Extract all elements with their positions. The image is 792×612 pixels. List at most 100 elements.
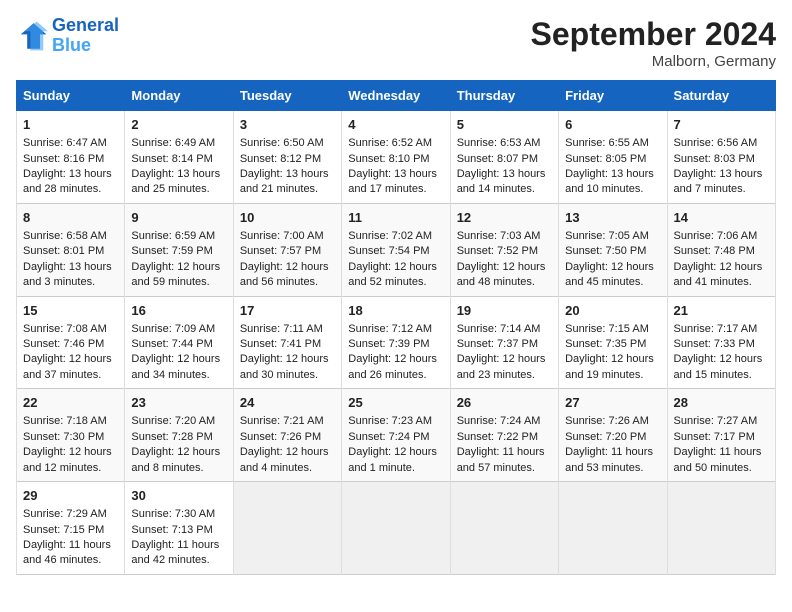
day-number: 2	[131, 116, 226, 134]
logo: General Blue	[16, 16, 119, 56]
day-info: Sunrise: 7:30 AM Sunset: 7:13 PM Dayligh…	[131, 507, 226, 569]
col-header-monday: Monday	[125, 81, 233, 111]
day-number: 6	[565, 116, 660, 134]
calendar-cell: 8 Sunrise: 6:58 AM Sunset: 8:01 PM Daylig…	[17, 203, 125, 296]
calendar-cell: 20 Sunrise: 7:15 AM Sunset: 7:35 PM Dayli…	[559, 296, 667, 389]
day-number: 18	[348, 302, 443, 320]
title-block: September 2024 Malborn, Germany	[531, 16, 776, 70]
calendar-cell	[450, 482, 558, 575]
calendar-cell: 15 Sunrise: 7:08 AM Sunset: 7:46 PM Dayli…	[17, 296, 125, 389]
calendar-cell: 7Sunrise: 6:56 AM Sunset: 8:03 PM Daylig…	[667, 111, 775, 204]
day-info: Sunrise: 7:23 AM Sunset: 7:24 PM Dayligh…	[348, 414, 443, 476]
calendar-cell: 19 Sunrise: 7:14 AM Sunset: 7:37 PM Dayli…	[450, 296, 558, 389]
day-number: 27	[565, 394, 660, 412]
day-info: Sunrise: 7:09 AM Sunset: 7:44 PM Dayligh…	[131, 322, 226, 384]
col-header-tuesday: Tuesday	[233, 81, 341, 111]
calendar-cell: 27 Sunrise: 7:26 AM Sunset: 7:20 PM Dayli…	[559, 389, 667, 482]
day-info: Sunrise: 7:26 AM Sunset: 7:20 PM Dayligh…	[565, 414, 660, 476]
day-info: Sunrise: 6:53 AM Sunset: 8:07 PM Dayligh…	[457, 136, 552, 198]
calendar-cell	[233, 482, 341, 575]
calendar-cell: 21 Sunrise: 7:17 AM Sunset: 7:33 PM Dayli…	[667, 296, 775, 389]
calendar-cell: 22Sunrise: 7:18 AM Sunset: 7:30 PM Dayli…	[17, 389, 125, 482]
day-number: 14	[674, 209, 769, 227]
calendar-cell: 5 Sunrise: 6:53 AM Sunset: 8:07 PM Daylig…	[450, 111, 558, 204]
day-info: Sunrise: 7:08 AM Sunset: 7:46 PM Dayligh…	[23, 322, 118, 384]
day-number: 26	[457, 394, 552, 412]
day-number: 28	[674, 394, 769, 412]
calendar-cell: 23Sunrise: 7:20 AM Sunset: 7:28 PM Dayli…	[125, 389, 233, 482]
day-info: Sunrise: 7:29 AM Sunset: 7:15 PM Dayligh…	[23, 507, 118, 569]
calendar-cell	[667, 482, 775, 575]
calendar-cell: 10 Sunrise: 7:00 AM Sunset: 7:57 PM Dayli…	[233, 203, 341, 296]
day-number: 5	[457, 116, 552, 134]
day-number: 15	[23, 302, 118, 320]
day-number: 19	[457, 302, 552, 320]
day-number: 21	[674, 302, 769, 320]
calendar-cell: 26 Sunrise: 7:24 AM Sunset: 7:22 PM Dayli…	[450, 389, 558, 482]
day-info: Sunrise: 6:55 AM Sunset: 8:05 PM Dayligh…	[565, 136, 660, 198]
day-number: 10	[240, 209, 335, 227]
day-number: 24	[240, 394, 335, 412]
page-header: General Blue September 2024 Malborn, Ger…	[16, 16, 776, 70]
calendar-week-4: 22Sunrise: 7:18 AM Sunset: 7:30 PM Dayli…	[17, 389, 776, 482]
calendar-cell: 28 Sunrise: 7:27 AM Sunset: 7:17 PM Dayli…	[667, 389, 775, 482]
calendar-cell	[342, 482, 450, 575]
day-info: Sunrise: 7:17 AM Sunset: 7:33 PM Dayligh…	[674, 322, 769, 384]
col-header-sunday: Sunday	[17, 81, 125, 111]
day-number: 17	[240, 302, 335, 320]
calendar-cell: 2 Sunrise: 6:49 AM Sunset: 8:14 PM Daylig…	[125, 111, 233, 204]
day-number: 3	[240, 116, 335, 134]
calendar-week-5: 29 Sunrise: 7:29 AM Sunset: 7:15 PM Dayli…	[17, 482, 776, 575]
calendar-week-3: 15 Sunrise: 7:08 AM Sunset: 7:46 PM Dayli…	[17, 296, 776, 389]
day-number: 22	[23, 394, 118, 412]
day-info: Sunrise: 6:47 AM Sunset: 8:16 PM Dayligh…	[23, 136, 118, 198]
day-info: Sunrise: 7:05 AM Sunset: 7:50 PM Dayligh…	[565, 229, 660, 291]
day-number: 20	[565, 302, 660, 320]
calendar-cell: 3 Sunrise: 6:50 AM Sunset: 8:12 PM Daylig…	[233, 111, 341, 204]
calendar-week-1: 1Sunrise: 6:47 AM Sunset: 8:16 PM Daylig…	[17, 111, 776, 204]
day-info: Sunrise: 7:27 AM Sunset: 7:17 PM Dayligh…	[674, 414, 769, 476]
calendar-cell: 1Sunrise: 6:47 AM Sunset: 8:16 PM Daylig…	[17, 111, 125, 204]
calendar-cell: 17Sunrise: 7:11 AM Sunset: 7:41 PM Dayli…	[233, 296, 341, 389]
day-number: 4	[348, 116, 443, 134]
day-number: 13	[565, 209, 660, 227]
day-number: 30	[131, 487, 226, 505]
calendar-cell: 11Sunrise: 7:02 AM Sunset: 7:54 PM Dayli…	[342, 203, 450, 296]
day-info: Sunrise: 6:49 AM Sunset: 8:14 PM Dayligh…	[131, 136, 226, 198]
day-info: Sunrise: 7:15 AM Sunset: 7:35 PM Dayligh…	[565, 322, 660, 384]
day-number: 29	[23, 487, 118, 505]
day-number: 23	[131, 394, 226, 412]
logo-icon	[16, 20, 48, 52]
day-info: Sunrise: 6:56 AM Sunset: 8:03 PM Dayligh…	[674, 136, 769, 198]
calendar-cell: 12 Sunrise: 7:03 AM Sunset: 7:52 PM Dayli…	[450, 203, 558, 296]
day-info: Sunrise: 6:50 AM Sunset: 8:12 PM Dayligh…	[240, 136, 335, 198]
calendar-cell: 25Sunrise: 7:23 AM Sunset: 7:24 PM Dayli…	[342, 389, 450, 482]
col-header-saturday: Saturday	[667, 81, 775, 111]
day-info: Sunrise: 7:12 AM Sunset: 7:39 PM Dayligh…	[348, 322, 443, 384]
day-info: Sunrise: 7:02 AM Sunset: 7:54 PM Dayligh…	[348, 229, 443, 291]
calendar-table: SundayMondayTuesdayWednesdayThursdayFrid…	[16, 80, 776, 575]
day-info: Sunrise: 6:59 AM Sunset: 7:59 PM Dayligh…	[131, 229, 226, 291]
location: Malborn, Germany	[531, 53, 776, 70]
calendar-cell: 4 Sunrise: 6:52 AM Sunset: 8:10 PM Daylig…	[342, 111, 450, 204]
calendar-cell: 29 Sunrise: 7:29 AM Sunset: 7:15 PM Dayli…	[17, 482, 125, 575]
month-title: September 2024	[531, 16, 776, 53]
day-info: Sunrise: 7:06 AM Sunset: 7:48 PM Dayligh…	[674, 229, 769, 291]
day-number: 8	[23, 209, 118, 227]
calendar-cell: 14 Sunrise: 7:06 AM Sunset: 7:48 PM Dayli…	[667, 203, 775, 296]
day-info: Sunrise: 7:03 AM Sunset: 7:52 PM Dayligh…	[457, 229, 552, 291]
calendar-cell: 30 Sunrise: 7:30 AM Sunset: 7:13 PM Dayli…	[125, 482, 233, 575]
day-info: Sunrise: 6:52 AM Sunset: 8:10 PM Dayligh…	[348, 136, 443, 198]
day-info: Sunrise: 7:14 AM Sunset: 7:37 PM Dayligh…	[457, 322, 552, 384]
calendar-cell: 16 Sunrise: 7:09 AM Sunset: 7:44 PM Dayli…	[125, 296, 233, 389]
day-number: 12	[457, 209, 552, 227]
day-info: Sunrise: 7:00 AM Sunset: 7:57 PM Dayligh…	[240, 229, 335, 291]
calendar-cell: 18 Sunrise: 7:12 AM Sunset: 7:39 PM Dayli…	[342, 296, 450, 389]
col-header-thursday: Thursday	[450, 81, 558, 111]
day-info: Sunrise: 7:24 AM Sunset: 7:22 PM Dayligh…	[457, 414, 552, 476]
day-info: Sunrise: 6:58 AM Sunset: 8:01 PM Dayligh…	[23, 229, 118, 291]
logo-text: General Blue	[52, 16, 119, 56]
calendar-cell: 24Sunrise: 7:21 AM Sunset: 7:26 PM Dayli…	[233, 389, 341, 482]
day-number: 16	[131, 302, 226, 320]
calendar-cell: 6 Sunrise: 6:55 AM Sunset: 8:05 PM Daylig…	[559, 111, 667, 204]
